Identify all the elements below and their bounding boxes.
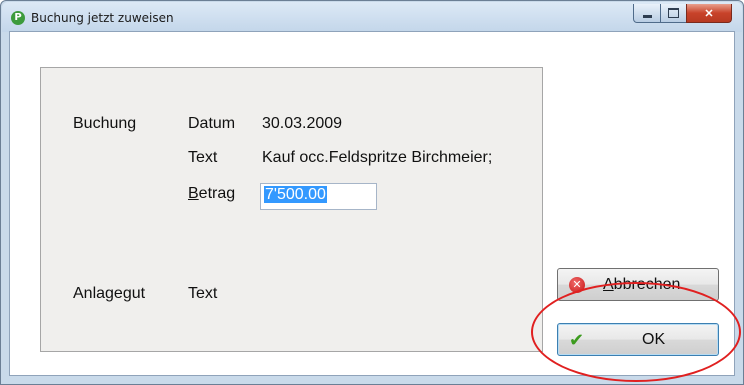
date-label: Datum <box>188 115 236 132</box>
title-bar[interactable]: P Buchung jetzt zuweisen ✕ <box>2 2 742 32</box>
amount-label: Betrag <box>188 185 235 203</box>
maximize-icon <box>668 8 679 18</box>
amount-label-rest: etrag <box>198 185 236 202</box>
asset-text-label: Text <box>188 285 218 302</box>
date-value: 30.03.2009 <box>262 115 343 132</box>
amount-label-accelerator: B <box>188 185 199 202</box>
text-value: Kauf occ.Feldspritze Birchmeier; <box>262 149 493 166</box>
app-p-icon: P <box>11 11 25 25</box>
text-label: Text <box>188 149 218 166</box>
highlight-annotation <box>531 282 741 382</box>
window-title: Buchung jetzt zuweisen <box>31 11 174 25</box>
minimize-icon <box>642 14 652 18</box>
booking-section-label: Buchung <box>73 115 137 132</box>
close-button[interactable]: ✕ <box>686 4 732 23</box>
amount-input[interactable]: 7'500.00 <box>260 183 377 210</box>
amount-input-value: 7'500.00 <box>264 186 327 203</box>
minimize-button[interactable] <box>633 4 661 23</box>
maximize-button[interactable] <box>660 4 687 23</box>
asset-section-label: Anlagegut <box>73 285 146 302</box>
close-icon: ✕ <box>704 7 714 20</box>
